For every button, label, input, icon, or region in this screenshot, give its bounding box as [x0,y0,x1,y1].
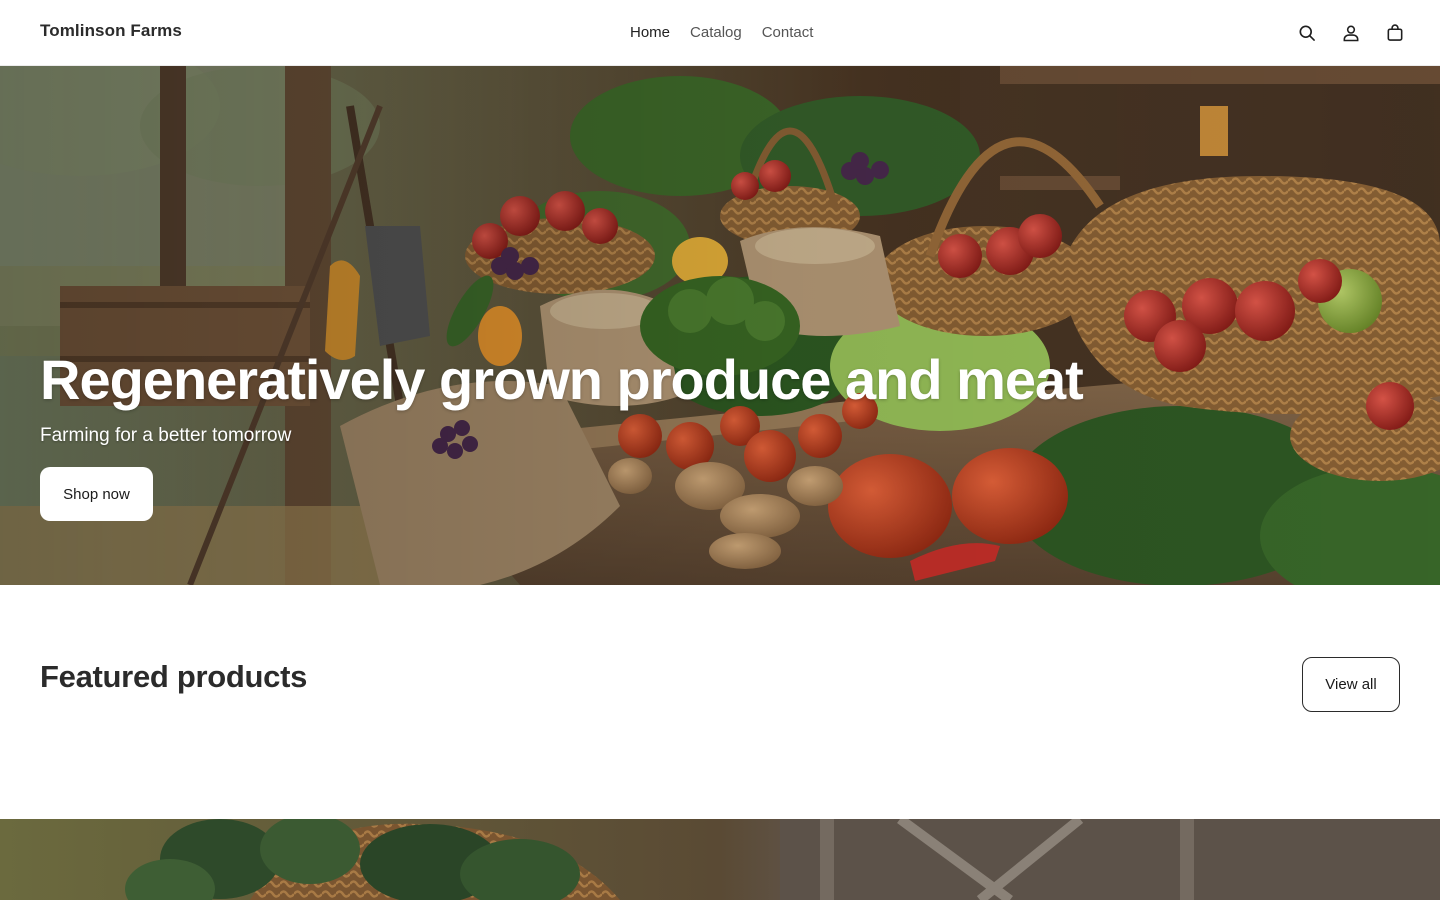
hero-banner: Regeneratively grown produce and meat Fa… [0,66,1440,585]
hero-overlay [0,66,1440,585]
nav-link-catalog[interactable]: Catalog [680,22,752,43]
site-header: Tomlinson Farms Home Catalog Contact [0,0,1440,66]
main-nav: Home Catalog Contact [620,22,823,43]
account-button[interactable] [1340,22,1362,44]
header-icons [1296,22,1406,44]
hero-title: Regeneratively grown produce and meat [40,348,1084,411]
search-button[interactable] [1296,22,1318,44]
cart-button[interactable] [1384,22,1406,44]
view-all-button[interactable]: View all [1302,657,1400,712]
greens-basket-image [0,819,1440,900]
shop-now-button[interactable]: Shop now [40,467,153,521]
account-icon [1343,25,1359,42]
brand-logo-text[interactable]: Tomlinson Farms [40,21,182,41]
nav-link-home[interactable]: Home [620,22,680,43]
hero-subtitle: Farming for a better tomorrow [40,425,292,446]
nav-link-contact[interactable]: Contact [752,22,824,43]
cart-icon [1387,24,1403,41]
search-icon [1299,25,1315,41]
featured-products-heading: Featured products [40,659,308,694]
secondary-banner [0,819,1440,900]
